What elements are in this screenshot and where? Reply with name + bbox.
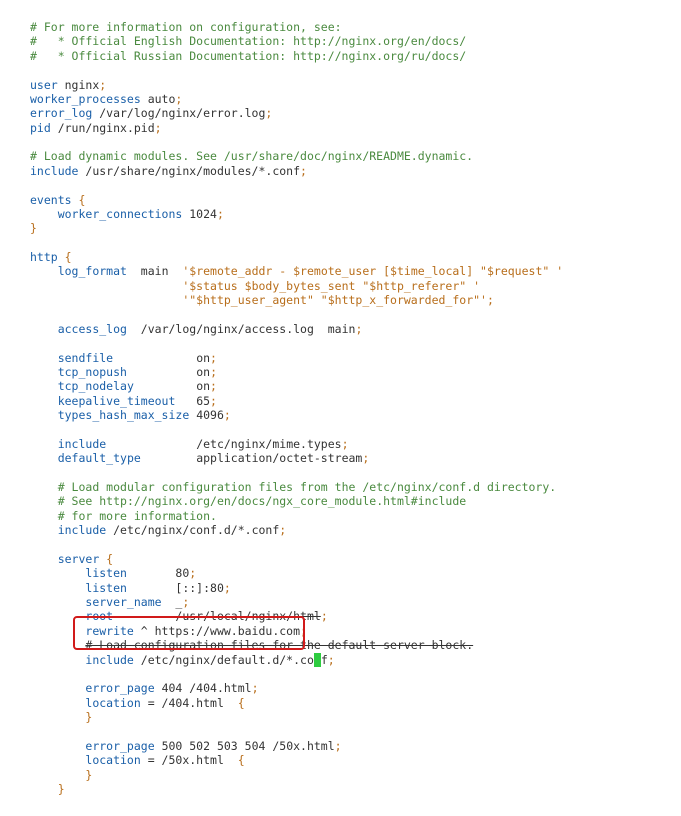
directive: types_hash_max_size — [58, 408, 190, 422]
events-block: events — [30, 193, 72, 207]
comment-line-struck: # Load configuration files for the defau… — [85, 638, 473, 652]
directive: include — [58, 523, 106, 537]
directive: worker_connections — [58, 207, 183, 221]
http-block: http — [30, 250, 58, 264]
directive: location — [85, 753, 140, 767]
directive: tcp_nodelay — [58, 379, 134, 393]
directive: include — [30, 164, 78, 178]
rewrite-directive: rewrite — [85, 624, 133, 638]
directive: location — [85, 696, 140, 710]
comment-line: # * Official Russian Documentation: http… — [30, 49, 466, 63]
directive: server_name — [85, 595, 161, 609]
directive: error_page — [85, 739, 154, 753]
directive: error_log — [30, 106, 92, 120]
comment-line: # See http://nginx.org/en/docs/ngx_core_… — [58, 494, 467, 508]
nginx-config: # For more information on configuration,… — [30, 20, 651, 796]
comment-line: # Load modular configuration files from … — [58, 480, 557, 494]
comment-line: # Load dynamic modules. See /usr/share/d… — [30, 149, 473, 163]
directive: pid — [30, 121, 51, 135]
directive: default_type — [58, 451, 141, 465]
cursor-block: n — [314, 653, 321, 667]
directive: error_page — [85, 681, 154, 695]
directive: worker_processes — [30, 92, 141, 106]
comment-line: # for more information. — [58, 509, 217, 523]
directive: keepalive_timeout — [58, 394, 176, 408]
directive: log_format — [58, 264, 127, 278]
directive: access_log — [58, 322, 127, 336]
comment-line: # For more information on configuration,… — [30, 20, 342, 34]
directive: include — [58, 437, 106, 451]
directive: user — [30, 78, 58, 92]
directive: tcp_nopush — [58, 365, 127, 379]
directive: sendfile — [58, 351, 113, 365]
directive-struck: root /usr/local/nginx/html — [85, 609, 320, 623]
server-block: server — [58, 552, 100, 566]
comment-line: # * Official English Documentation: http… — [30, 34, 466, 48]
directive: listen — [85, 566, 127, 580]
directive: listen — [85, 581, 127, 595]
directive: include — [85, 653, 133, 667]
